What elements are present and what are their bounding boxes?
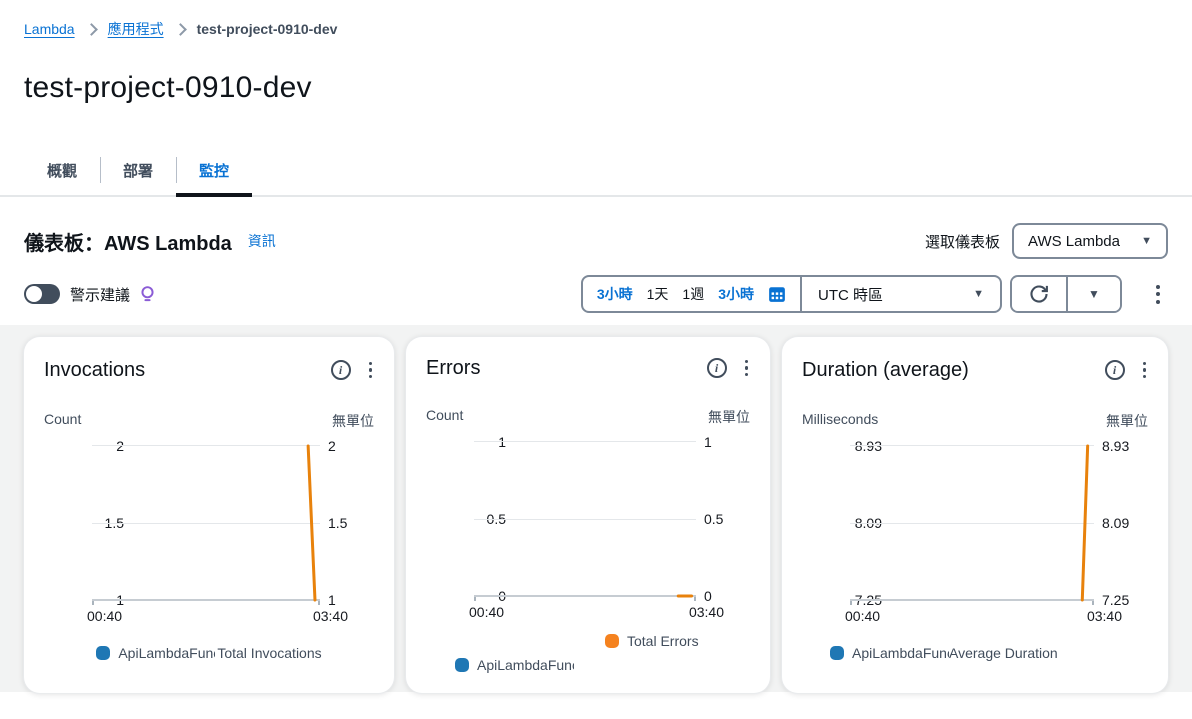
- tab-overview[interactable]: 概觀: [24, 145, 100, 195]
- y-tick: 7.25: [1102, 592, 1148, 608]
- timezone-select[interactable]: UTC 時區 ▼: [802, 277, 1000, 311]
- chart-plot: 8.93 8.09 7.25 8.93 8.09 7.25: [802, 445, 1148, 601]
- y-tick: 1.5: [328, 515, 374, 531]
- dashboard-select[interactable]: AWS Lambda ▼: [1012, 223, 1168, 259]
- y-tick: 8.93: [1102, 438, 1148, 454]
- time-range-control: 3小時 1天 1週 3小時 UTC 時區 ▼: [581, 275, 1002, 313]
- series-line: [850, 446, 1094, 600]
- y-axis-unit-right: 無單位: [1106, 411, 1148, 431]
- legend-item[interactable]: ApiLambdaFunc Total Invocations: [44, 642, 374, 663]
- breadcrumb-link-applications[interactable]: 應用程式: [108, 19, 164, 39]
- x-tick-start: 00:40: [87, 608, 122, 624]
- widget-kebab-menu[interactable]: [743, 358, 751, 379]
- info-icon[interactable]: i: [331, 360, 351, 380]
- widget-kebab-menu[interactable]: [367, 360, 375, 381]
- legend-swatch: [96, 646, 110, 660]
- info-link[interactable]: 資訊: [248, 231, 276, 251]
- timezone-value: UTC 時區: [818, 284, 883, 305]
- lightbulb-icon[interactable]: [140, 285, 155, 304]
- y-tick: 1: [704, 434, 750, 450]
- chevron-right-icon: [85, 23, 98, 36]
- breadcrumb-link-lambda[interactable]: Lambda: [24, 21, 75, 37]
- y-axis-unit-left: Milliseconds: [802, 411, 878, 431]
- y-tick: 0: [704, 588, 750, 604]
- legend-swatch: [830, 646, 844, 660]
- widget-title: Duration (average): [802, 359, 969, 382]
- y-axis-unit-left: Count: [44, 411, 81, 431]
- tab-bar: 概觀 部署 監控: [0, 145, 1192, 197]
- range-3h-button[interactable]: 3小時: [597, 284, 633, 304]
- range-custom-button[interactable]: 3小時: [718, 284, 754, 304]
- x-tick-start: 00:40: [469, 604, 504, 620]
- refresh-button-group: ▼: [1010, 275, 1122, 313]
- chart-plot: 2 1.5 1 2 1.5 1: [44, 445, 374, 601]
- breadcrumb: Lambda 應用程式 test-project-0910-dev: [0, 0, 1192, 39]
- legend-swatch: [455, 658, 469, 672]
- legend-label: ApiLambdaFunc: [852, 645, 949, 661]
- info-icon[interactable]: i: [707, 358, 727, 378]
- x-tick-end: 03:40: [689, 604, 724, 620]
- info-icon[interactable]: i: [1105, 360, 1125, 380]
- series-line: [92, 446, 320, 600]
- legend-label: Total Invocations: [217, 645, 321, 661]
- duration-widget: Duration (average) i Milliseconds 無單位 8.…: [782, 337, 1168, 693]
- x-tick-end: 03:40: [1087, 608, 1122, 624]
- dashboard-select-value: AWS Lambda: [1028, 233, 1120, 250]
- legend-label: Total Errors: [627, 633, 699, 649]
- widget-title: Errors: [426, 357, 480, 380]
- chart-plot: 1 0.5 0 1 0.5 0: [426, 441, 750, 597]
- y-tick: 8.09: [1102, 515, 1148, 531]
- series-line: [474, 442, 696, 596]
- y-axis-unit-right: 無單位: [332, 411, 374, 431]
- legend-item[interactable]: ApiLambdaFunc Average Duration: [830, 642, 1148, 663]
- invocations-widget: Invocations i Count 無單位 2 1.5 1: [24, 337, 394, 693]
- legend-item[interactable]: Total Errors: [605, 630, 750, 651]
- tab-deployments[interactable]: 部署: [100, 145, 176, 195]
- legend-label: ApiLambdaFunc: [118, 645, 215, 661]
- alarm-recommendations-toggle[interactable]: [24, 284, 60, 304]
- chevron-down-icon: ▼: [1088, 288, 1100, 300]
- legend-swatch: [605, 634, 619, 648]
- widget-kebab-menu[interactable]: [1141, 360, 1149, 381]
- chevron-right-icon: [174, 23, 187, 36]
- calendar-icon[interactable]: [768, 285, 786, 303]
- legend-label: ApiLambdaFunc: [477, 657, 574, 673]
- widget-title: Invocations: [44, 359, 145, 382]
- y-axis-unit-right: 無單位: [708, 407, 750, 427]
- tab-monitoring[interactable]: 監控: [176, 145, 252, 195]
- errors-widget: Errors i Count 無單位 1 0.5 0: [406, 337, 770, 693]
- y-tick: 1: [328, 592, 374, 608]
- page-title: test-project-0910-dev: [0, 71, 1192, 105]
- breadcrumb-current: test-project-0910-dev: [197, 21, 338, 37]
- alarm-recommendations-label: 警示建議: [70, 284, 130, 305]
- charts-area: Invocations i Count 無單位 2 1.5 1: [0, 325, 1192, 692]
- controls-row: 警示建議 3小時 1天 1週 3小時 UTC 時區 ▼: [0, 273, 1192, 315]
- y-tick: 0.5: [704, 511, 750, 527]
- legend-label: Average Duration: [949, 645, 1058, 661]
- y-axis-unit-left: Count: [426, 407, 463, 427]
- chevron-down-icon: ▼: [1141, 236, 1152, 247]
- dashboard-heading: 儀表板：AWS Lambda: [24, 227, 232, 256]
- legend-item[interactable]: ApiLambdaFunc: [455, 654, 750, 675]
- range-1w-button[interactable]: 1週: [682, 284, 704, 304]
- toolbar-kebab-menu[interactable]: [1148, 279, 1168, 310]
- chevron-down-icon: ▼: [973, 289, 984, 300]
- refresh-options-button[interactable]: ▼: [1066, 277, 1120, 311]
- refresh-button[interactable]: [1012, 277, 1066, 311]
- refresh-icon: [1028, 283, 1050, 305]
- select-dashboard-label: 選取儀表板: [925, 231, 1000, 252]
- range-1d-button[interactable]: 1天: [647, 284, 669, 304]
- dashboard-bar: 儀表板：AWS Lambda 資訊 選取儀表板 AWS Lambda ▼: [0, 221, 1192, 261]
- x-tick-end: 03:40: [313, 608, 348, 624]
- y-tick: 2: [328, 438, 374, 454]
- x-tick-start: 00:40: [845, 608, 880, 624]
